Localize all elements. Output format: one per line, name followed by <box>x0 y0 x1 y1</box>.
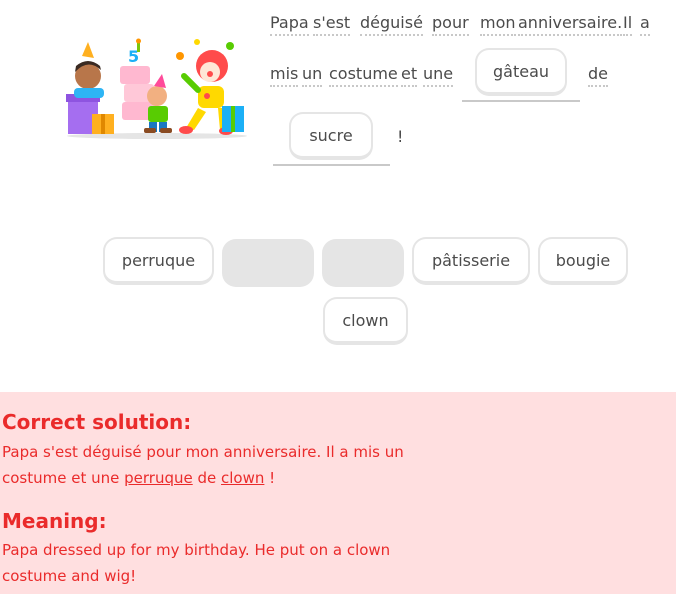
placed-word-chip[interactable]: gâteau <box>475 48 567 96</box>
answer-slot-2 <box>273 164 390 166</box>
birthday-party-illustration: 5 <box>62 36 252 140</box>
word-bank-chip-perruque[interactable]: perruque <box>103 237 214 285</box>
sentence-word[interactable]: un <box>302 64 323 87</box>
meaning-text: Papa dressed up for my birthday. He put … <box>2 537 422 589</box>
sentence-word[interactable]: déguisé <box>360 13 423 36</box>
solution-text: de <box>192 469 222 487</box>
sentence-word[interactable]: s'est <box>313 13 351 36</box>
answer-slot-1 <box>462 100 580 102</box>
sentence-word[interactable]: Il <box>623 13 633 36</box>
correct-solution-heading: Correct solution: <box>2 410 192 434</box>
word-bank-chip-used <box>222 239 314 287</box>
sentence-word[interactable]: anniversaire. <box>518 13 623 36</box>
sentence-word[interactable]: une <box>423 64 454 87</box>
sentence-word[interactable]: Papa <box>270 13 309 36</box>
solution-line-2: costume et une perruque de clown ! <box>2 465 422 491</box>
solution-word-perruque: perruque <box>124 469 193 487</box>
correct-solution-text: Papa s'est déguisé pour mon anniversaire… <box>2 439 422 491</box>
sentence-punctuation: ! <box>397 127 404 146</box>
sentence-word[interactable]: et <box>401 64 418 87</box>
sentence-word[interactable]: mon <box>480 13 516 36</box>
word-bank-chip-patisserie[interactable]: pâtisserie <box>412 237 530 285</box>
word-bank-chip-bougie[interactable]: bougie <box>538 237 628 285</box>
sentence-word[interactable]: mis <box>270 64 299 87</box>
word-bank-chip-clown[interactable]: clown <box>323 297 408 345</box>
solution-text: costume et une <box>2 469 125 487</box>
word-bank-chip-used <box>322 239 404 287</box>
sentence-word[interactable]: costume <box>329 64 398 87</box>
sentence-word[interactable]: de <box>588 64 608 87</box>
meaning-line-1: Papa dressed up for my birthday. He put … <box>2 541 391 559</box>
sentence-word[interactable]: a <box>640 13 650 36</box>
meaning-line-2: costume and wig! <box>2 567 137 585</box>
incorrect-feedback-panel: Correct solution: Papa s'est déguisé pou… <box>0 392 676 594</box>
solution-text: ! <box>264 469 276 487</box>
sentence-word[interactable]: pour <box>432 13 469 36</box>
solution-line-1: Papa s'est déguisé pour mon anniversaire… <box>2 443 404 461</box>
solution-word-clown: clown <box>221 469 265 487</box>
meaning-heading: Meaning: <box>2 509 107 533</box>
placed-word-chip[interactable]: sucre <box>289 112 373 160</box>
